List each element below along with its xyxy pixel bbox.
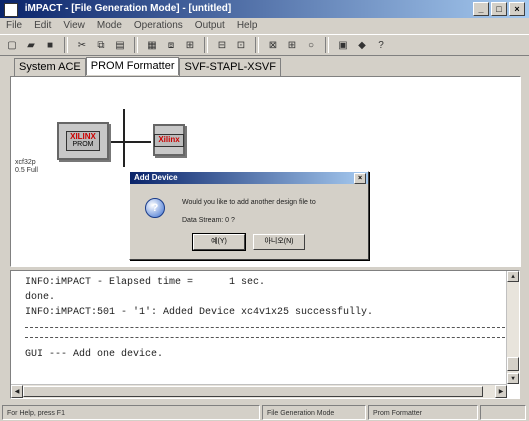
toolbar-separator bbox=[64, 37, 68, 53]
erase-icon[interactable]: ⊠ bbox=[265, 37, 281, 53]
status-bar: For Help, press F1 File Generation Mode … bbox=[0, 404, 529, 421]
window-title: iMPACT - [File Generation Mode] - [untit… bbox=[24, 3, 232, 14]
program-icon[interactable]: ⊟ bbox=[214, 37, 230, 53]
menu-file[interactable]: File bbox=[6, 18, 22, 34]
scroll-thumb[interactable] bbox=[23, 386, 483, 397]
chip-sub-label: PROM bbox=[72, 141, 94, 148]
console-panel[interactable]: INFO:iMPACT - Elapsed time = 1 sec. done… bbox=[10, 270, 520, 399]
help-icon[interactable]: ◆ bbox=[354, 37, 370, 53]
close-button[interactable]: × bbox=[509, 2, 525, 16]
no-button[interactable]: 아니오(N) bbox=[253, 234, 305, 250]
toolbar-separator bbox=[204, 37, 208, 53]
new-icon[interactable]: ▢ bbox=[4, 37, 20, 53]
menu-edit[interactable]: Edit bbox=[34, 18, 51, 34]
prom-device-chip[interactable]: XILINX PROM bbox=[57, 122, 109, 160]
copy-icon[interactable]: ⧉ bbox=[93, 37, 109, 53]
toolbar-separator bbox=[325, 37, 329, 53]
whatsthis-icon[interactable]: ? bbox=[373, 37, 389, 53]
menu-view[interactable]: View bbox=[63, 18, 85, 34]
scroll-right-arrow-icon[interactable]: ▶ bbox=[495, 385, 507, 398]
dialog-title: Add Device bbox=[134, 173, 178, 182]
chain-wire bbox=[123, 109, 125, 167]
console-horizontal-scrollbar[interactable]: ◀ ▶ bbox=[11, 384, 507, 398]
config-icon[interactable]: ⊞ bbox=[284, 37, 300, 53]
app-icon bbox=[4, 3, 18, 17]
console-line: INFO:iMPACT - Elapsed time = 1 sec. bbox=[25, 277, 266, 288]
menu-help[interactable]: Help bbox=[237, 18, 258, 34]
menu-bar: File Edit View Mode Operations Output He… bbox=[0, 18, 529, 34]
boundary-icon[interactable]: ▣ bbox=[335, 37, 351, 53]
xilinx-logo: XILINX bbox=[70, 132, 96, 141]
console-vertical-scrollbar[interactable]: ▲ ▼ bbox=[506, 271, 519, 384]
dialog-close-button[interactable]: × bbox=[354, 173, 366, 184]
status-help: For Help, press F1 bbox=[2, 405, 260, 420]
paste-icon[interactable]: ▤ bbox=[112, 37, 128, 53]
mode-tabs: System ACE PROM Formatter SVF-STAPL-XSVF bbox=[14, 57, 281, 76]
status-mode: File Generation Mode bbox=[262, 405, 366, 420]
dialog-title-bar: Add Device × bbox=[130, 172, 368, 184]
scroll-thumb[interactable] bbox=[507, 357, 519, 371]
minimize-button[interactable]: _ bbox=[473, 2, 489, 16]
xilinx-logo: Xilinx bbox=[158, 134, 180, 144]
device-icon[interactable]: ▦ bbox=[144, 37, 160, 53]
cut-icon[interactable]: ✂ bbox=[74, 37, 90, 53]
chain-wire bbox=[107, 141, 151, 143]
console-line: done. bbox=[25, 292, 56, 303]
scroll-down-arrow-icon[interactable]: ▼ bbox=[507, 373, 519, 384]
scroll-up-arrow-icon[interactable]: ▲ bbox=[507, 271, 519, 282]
question-icon: ? bbox=[145, 198, 165, 218]
title-bar: iMPACT - [File Generation Mode] - [untit… bbox=[0, 0, 529, 18]
readback-icon[interactable]: ○ bbox=[303, 37, 319, 53]
save-icon[interactable]: ■ bbox=[42, 37, 58, 53]
maximize-button[interactable]: □ bbox=[491, 2, 507, 16]
console-separator bbox=[25, 327, 505, 328]
toolbar: ▢ ▰ ■ ✂ ⧉ ▤ ▦ ⧈ ⊞ ⊟ ⊡ ⊠ ⊞ ○ ▣ ◆ ? bbox=[0, 34, 529, 56]
status-tab: Prom Formatter bbox=[368, 405, 478, 420]
yes-button[interactable]: 예(Y) bbox=[192, 233, 246, 251]
tab-prom-formatter[interactable]: PROM Formatter bbox=[85, 57, 180, 75]
dialog-stream: Data Stream: 0 ? bbox=[182, 217, 235, 224]
verify-icon[interactable]: ⊡ bbox=[233, 37, 249, 53]
device-label: xcf32p 0.5 Full bbox=[15, 159, 38, 174]
assign-icon[interactable]: ⊞ bbox=[182, 37, 198, 53]
menu-output[interactable]: Output bbox=[195, 18, 225, 34]
target-device-chip[interactable]: Xilinx bbox=[153, 124, 185, 156]
chain-icon[interactable]: ⧈ bbox=[163, 37, 179, 53]
status-extra bbox=[480, 405, 526, 420]
menu-mode[interactable]: Mode bbox=[97, 18, 122, 34]
scroll-left-arrow-icon[interactable]: ◀ bbox=[11, 385, 23, 398]
menu-operations[interactable]: Operations bbox=[134, 18, 183, 34]
add-device-dialog: Add Device × ? Would you like to add ano… bbox=[129, 171, 369, 260]
tab-system-ace[interactable]: System ACE bbox=[14, 58, 86, 76]
console-separator bbox=[25, 337, 505, 338]
dialog-message: Would you like to add another design fil… bbox=[182, 194, 316, 230]
toolbar-separator bbox=[255, 37, 259, 53]
open-icon[interactable]: ▰ bbox=[23, 37, 39, 53]
tab-svf-stapl-xsvf[interactable]: SVF-STAPL-XSVF bbox=[179, 58, 281, 76]
console-line: INFO:iMPACT:501 - '1': Added Device xc4v… bbox=[25, 307, 374, 318]
dialog-question: Would you like to add another design fil… bbox=[182, 199, 316, 206]
console-line: GUI --- Add one device. bbox=[25, 349, 164, 360]
toolbar-separator bbox=[134, 37, 138, 53]
device-canvas[interactable]: XILINX PROM Xilinx xcf32p 0.5 Full Add D… bbox=[10, 76, 521, 267]
